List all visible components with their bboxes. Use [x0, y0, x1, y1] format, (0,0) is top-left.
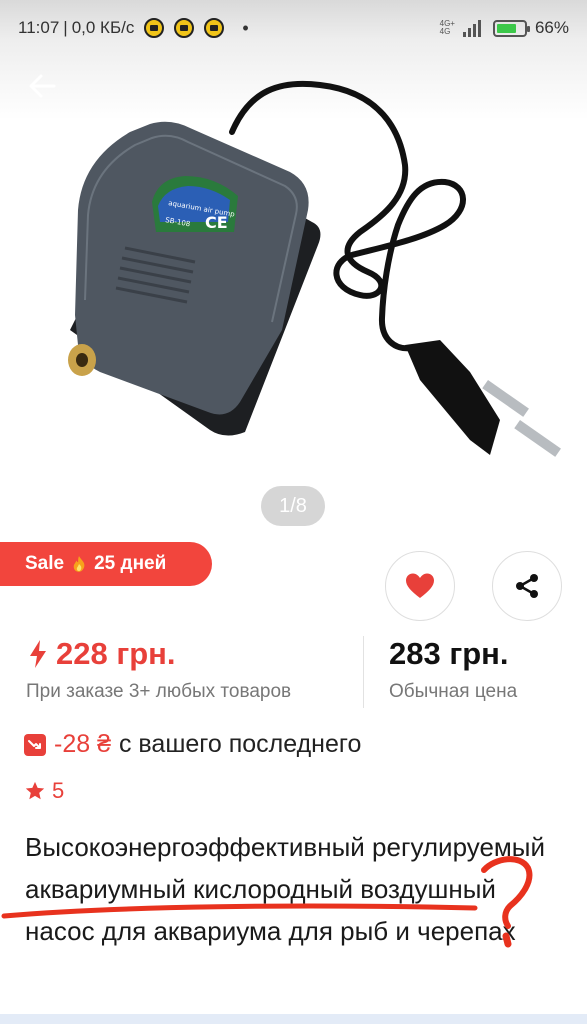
regular-price-note: Обычная цена [389, 681, 518, 702]
product-image[interactable]: aquarium air pump SB-108 CE 1/8 [0, 0, 587, 540]
price-divider [363, 636, 364, 708]
sale-days: 25 дней [94, 553, 167, 574]
battery-icon [492, 19, 530, 37]
share-button[interactable] [492, 551, 562, 621]
rating-row[interactable]: 5 [24, 778, 64, 804]
discount-amount: -28 ₴ [54, 730, 111, 758]
notification-icon [174, 18, 195, 38]
notification-icon [144, 18, 165, 38]
sale-label: Sale [25, 553, 65, 574]
rating-value: 5 [52, 778, 65, 803]
promo-price-note: При заказе 3+ любых товаров [26, 681, 292, 702]
status-time: 11:07 [18, 18, 60, 37]
fire-icon [73, 556, 85, 572]
heart-icon [406, 573, 434, 598]
back-button[interactable] [24, 68, 60, 104]
star-icon [25, 781, 45, 800]
label-mark-text: CE [205, 213, 228, 232]
notification-icon [204, 18, 225, 38]
status-bar: 11:07 | 0,0 КБ/с • 4G+ 4G 66% [0, 0, 587, 56]
battery-percent: 66% [534, 18, 569, 37]
favorite-button[interactable] [385, 551, 455, 621]
regular-price: 283 грн. [389, 636, 509, 671]
discount-text: с вашего последнего [118, 730, 362, 758]
status-speed: 0,0 КБ/с [71, 18, 135, 37]
signal-icon [462, 20, 481, 37]
discount-row: -28 ₴ с вашего последнего [24, 730, 361, 759]
product-title: Высокоэнергоэффективный регулируемый акв… [25, 832, 545, 946]
bottom-nav-strip [0, 1014, 587, 1024]
share-icon [516, 574, 538, 598]
promo-price-row: 228 грн. [28, 636, 176, 672]
arrow-left-icon [29, 74, 56, 98]
promo-price: 228 грн. [56, 636, 176, 671]
network-label: 4G+ 4G [440, 20, 455, 36]
sale-badge: Sale 25 дней [0, 542, 212, 586]
air-pump-photo: aquarium air pump SB-108 CE [68, 80, 561, 457]
status-divider: | [63, 18, 68, 37]
trend-down-icon [24, 733, 46, 756]
network-bottom-label: 4G [439, 27, 451, 36]
image-counter: 1/8 [261, 486, 325, 526]
more-notifications-dot-icon: • [242, 17, 249, 38]
lightning-icon [30, 640, 46, 668]
